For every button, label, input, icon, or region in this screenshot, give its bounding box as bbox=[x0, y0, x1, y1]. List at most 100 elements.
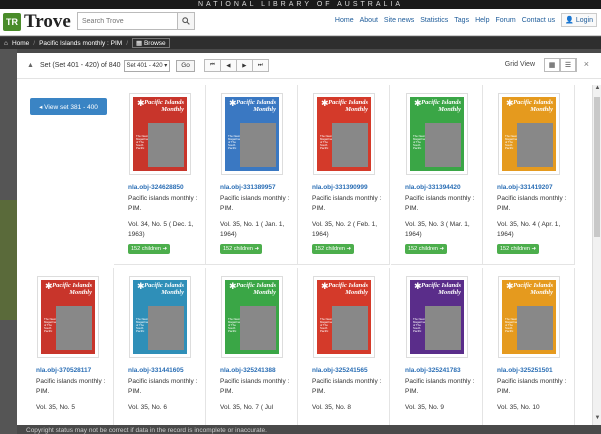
search-input[interactable] bbox=[77, 12, 178, 30]
cover-photo bbox=[56, 305, 92, 351]
first-page-button[interactable]: ⏮ bbox=[203, 59, 221, 72]
cover-thumbnail[interactable]: ✱ Pacific Islands Monthly The News Magazin… bbox=[498, 93, 560, 175]
login-button[interactable]: 👤 Login bbox=[561, 13, 597, 27]
nav-statistics[interactable]: Statistics bbox=[420, 17, 448, 24]
cover-thumbnail[interactable]: ✱ Pacific Islands Monthly The News Magazin… bbox=[406, 276, 468, 358]
item-id-link[interactable]: nla.obj-331390999 bbox=[312, 184, 368, 191]
children-label: 152 children bbox=[315, 246, 345, 252]
arrow-circle-icon: ➜ bbox=[439, 246, 445, 252]
nav-help[interactable]: Help bbox=[475, 17, 489, 24]
nav-home[interactable]: Home bbox=[335, 17, 354, 24]
cover-thumbnail[interactable]: ✱ Pacific Islands Monthly The News Magazin… bbox=[313, 93, 375, 175]
cover-title: Pacific Islands Monthly bbox=[513, 99, 553, 113]
grid-item[interactable]: ✱ Pacific Islands Monthly The News Magazin… bbox=[114, 268, 206, 425]
last-page-button[interactable]: ⏭ bbox=[251, 59, 269, 72]
cover-art: ✱ Pacific Islands Monthly The News Magazin… bbox=[317, 97, 371, 171]
item-volume: Vol. 35, No. 1 ( Jan. 1, 1964) bbox=[220, 221, 285, 238]
cover-photo bbox=[240, 122, 276, 168]
list-view-button[interactable]: ☰ bbox=[560, 58, 577, 72]
item-title: Pacific islands monthly : PIM. bbox=[312, 195, 382, 212]
children-badge[interactable]: 152 children ➜ bbox=[128, 244, 171, 254]
prev-page-button[interactable]: ◀ bbox=[219, 59, 237, 72]
item-id-link[interactable]: nla.obj-324628850 bbox=[128, 184, 184, 191]
grid-item[interactable]: ✱ Pacific Islands Monthly The News Magazin… bbox=[483, 268, 575, 425]
cover-thumbnail[interactable]: ✱ Pacific Islands Monthly The News Magazin… bbox=[221, 93, 283, 175]
scroll-thumb[interactable] bbox=[594, 97, 600, 237]
cover-photo bbox=[517, 122, 553, 168]
cover-photo bbox=[517, 305, 553, 351]
grid-view-button[interactable]: ▦ bbox=[544, 58, 561, 72]
cover-thumbnail[interactable]: ✱ Pacific Islands Monthly The News Magazin… bbox=[221, 276, 283, 358]
cover-thumbnail[interactable]: ✱ Pacific Islands Monthly The News Magazin… bbox=[129, 93, 191, 175]
children-badge[interactable]: 152 children ➜ bbox=[405, 244, 448, 254]
item-id-link[interactable]: nla.obj-331394420 bbox=[405, 184, 461, 191]
grid-item[interactable]: ✱ Pacific Islands Monthly The News Magazin… bbox=[206, 268, 298, 425]
modal-scrollbar[interactable]: ▲ ▼ bbox=[592, 85, 601, 425]
set-select[interactable]: Set 401 - 420 ▾ bbox=[123, 59, 171, 72]
cover-thumbnail[interactable]: ✱ Pacific Islands Monthly The News Magazin… bbox=[37, 276, 99, 358]
cover-art: ✱ Pacific Islands Monthly The News Magazin… bbox=[133, 97, 187, 171]
cover-thumbnail[interactable]: ✱ Pacific Islands Monthly The News Magazin… bbox=[313, 276, 375, 358]
item-volume: Vol. 35, No. 2 ( Feb. 1, 1964) bbox=[312, 221, 378, 238]
cover-art: ✱ Pacific Islands Monthly The News Magazin… bbox=[502, 97, 556, 171]
nav-contact[interactable]: Contact us bbox=[522, 17, 555, 24]
item-id-link[interactable]: nla.obj-331419207 bbox=[497, 184, 553, 191]
set-label: Set (Set 401 - 420) of 840 bbox=[39, 62, 121, 69]
children-badge[interactable]: 152 children ➜ bbox=[220, 244, 263, 254]
collapse-up-icon[interactable]: ▲ bbox=[27, 62, 34, 69]
item-id-link[interactable]: nla.obj-331441605 bbox=[128, 367, 184, 374]
breadcrumb: ⌂ Home / Pacific Islands monthly : PIM /… bbox=[0, 37, 601, 49]
item-volume: Vol. 35, No. 8 bbox=[312, 404, 352, 411]
background-image bbox=[0, 200, 17, 320]
browse-button[interactable]: ▦ Browse bbox=[132, 38, 170, 48]
nav-about[interactable]: About bbox=[360, 17, 378, 24]
breadcrumb-home[interactable]: Home bbox=[12, 40, 29, 47]
grid-item[interactable]: ✱ Pacific Islands Monthly The News Magazin… bbox=[391, 85, 483, 265]
nav-tags[interactable]: Tags bbox=[454, 17, 469, 24]
item-volume: Vol. 35, No. 6 bbox=[128, 404, 168, 411]
item-id-link[interactable]: nla.obj-325241783 bbox=[405, 367, 461, 374]
cover-title: Pacific Islands Monthly bbox=[144, 99, 184, 113]
cover-photo bbox=[332, 122, 368, 168]
children-badge[interactable]: 152 children ➜ bbox=[497, 244, 540, 254]
cover-title: Pacific Islands Monthly bbox=[236, 99, 276, 113]
grid-item[interactable]: ✱ Pacific Islands Monthly The News Magazin… bbox=[114, 85, 206, 265]
scroll-down-icon[interactable]: ▼ bbox=[593, 415, 601, 425]
item-id-link[interactable]: nla.obj-325241388 bbox=[220, 367, 276, 374]
cover-thumbnail[interactable]: ✱ Pacific Islands Monthly The News Magazin… bbox=[406, 93, 468, 175]
trove-logo[interactable]: TR Trove bbox=[3, 11, 71, 32]
children-label: 152 children bbox=[131, 246, 161, 252]
scroll-up-icon[interactable]: ▲ bbox=[593, 85, 601, 95]
item-id-link[interactable]: nla.obj-370528117 bbox=[36, 367, 91, 374]
grid-item[interactable]: ✱ Pacific Islands Monthly The News Magazin… bbox=[483, 85, 575, 265]
grid-item[interactable]: ✱ Pacific Islands Monthly The News Magazin… bbox=[298, 268, 390, 425]
cover-thumbnail[interactable]: ✱ Pacific Islands Monthly The News Magazin… bbox=[129, 276, 191, 358]
item-id-link[interactable]: nla.obj-331389957 bbox=[220, 184, 276, 191]
pager: ⏮ ◀ ▶ ⏭ bbox=[203, 59, 269, 72]
item-id-link[interactable]: nla.obj-325251501 bbox=[497, 367, 553, 374]
login-label: Login bbox=[575, 17, 593, 24]
cover-art: ✱ Pacific Islands Monthly The News Magazin… bbox=[225, 97, 279, 171]
footer-note: Copyright status may not be correct if d… bbox=[26, 427, 267, 434]
next-page-button[interactable]: ▶ bbox=[235, 59, 253, 72]
cover-thumbnail[interactable]: ✱ Pacific Islands Monthly The News Magazin… bbox=[498, 276, 560, 358]
grid-icon: ▦ bbox=[544, 58, 560, 72]
grid-item[interactable]: ✱ Pacific Islands Monthly The News Magazin… bbox=[391, 268, 483, 425]
grid-item[interactable]: ✱ Pacific Islands Monthly The News Magazin… bbox=[206, 85, 298, 265]
grid-item[interactable]: ✱ Pacific Islands Monthly The News Magazin… bbox=[298, 85, 390, 265]
go-button[interactable]: Go bbox=[176, 59, 195, 72]
item-title: Pacific islands monthly : PIM. bbox=[220, 378, 290, 395]
cover-photo bbox=[425, 122, 461, 168]
cover-title: Pacific Islands Monthly bbox=[421, 282, 461, 296]
nav-forum[interactable]: Forum bbox=[495, 17, 515, 24]
item-id-link[interactable]: nla.obj-325241565 bbox=[312, 367, 368, 374]
search-button[interactable] bbox=[178, 12, 195, 30]
item-volume: Vol. 35, No. 4 ( Apr. 1, 1964) bbox=[497, 221, 561, 238]
item-volume: Vol. 35, No. 5 bbox=[36, 404, 76, 411]
children-badge[interactable]: 152 children ➜ bbox=[312, 244, 355, 254]
breadcrumb-separator: / bbox=[33, 39, 36, 47]
close-button[interactable]: × bbox=[584, 59, 589, 69]
nav-site-news[interactable]: Site news bbox=[384, 17, 414, 24]
grid-item[interactable]: ✱ Pacific Islands Monthly The News Magazin… bbox=[22, 268, 114, 425]
breadcrumb-item[interactable]: Pacific Islands monthly : PIM bbox=[39, 40, 122, 47]
